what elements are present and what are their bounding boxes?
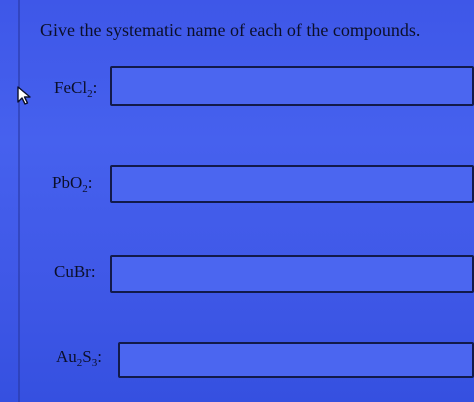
answer-input-au2s3[interactable] xyxy=(118,342,474,378)
mouse-pointer-icon xyxy=(17,86,31,105)
panel-border xyxy=(18,0,20,402)
formula-base: FeCl xyxy=(54,78,88,97)
label-colon: : xyxy=(87,173,93,192)
label-colon: : xyxy=(97,347,102,366)
formula-base: PbO xyxy=(52,173,83,192)
formula-base: S xyxy=(82,347,92,366)
formula-base: CuBr xyxy=(54,262,91,281)
question-page: Give the systematic name of each of the … xyxy=(0,0,474,402)
label-colon: : xyxy=(90,262,96,281)
answer-input-fecl2[interactable] xyxy=(110,66,474,106)
answer-input-cubr[interactable] xyxy=(110,255,474,293)
compound-label-au2s3: Au2S3: xyxy=(56,347,102,369)
formula-base: Au xyxy=(56,347,77,366)
compound-label-cubr: CuBr: xyxy=(54,262,96,284)
question-instruction: Give the systematic name of each of the … xyxy=(40,20,421,40)
compound-label-fecl2: FeCl2: xyxy=(54,78,97,100)
compound-label-pbo2: PbO2: xyxy=(52,173,92,195)
label-colon: : xyxy=(92,78,98,97)
answer-input-pbo2[interactable] xyxy=(110,165,474,203)
